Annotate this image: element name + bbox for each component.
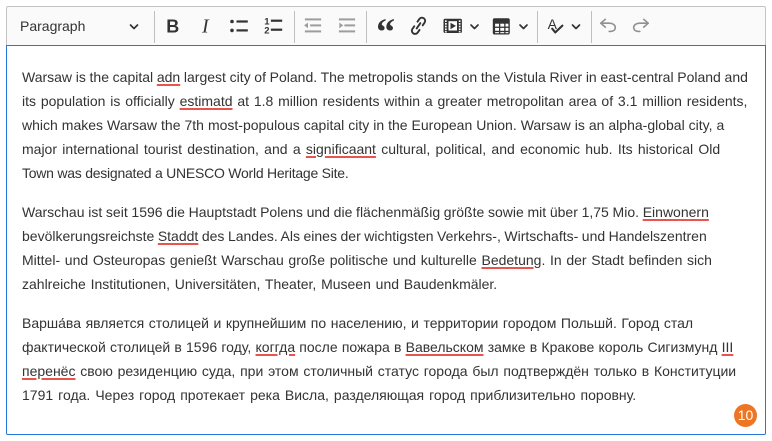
svg-text:I: I <box>201 15 210 37</box>
svg-text:B: B <box>166 17 179 37</box>
svg-text:2: 2 <box>264 26 269 37</box>
svg-text:“: “ <box>376 12 395 49</box>
